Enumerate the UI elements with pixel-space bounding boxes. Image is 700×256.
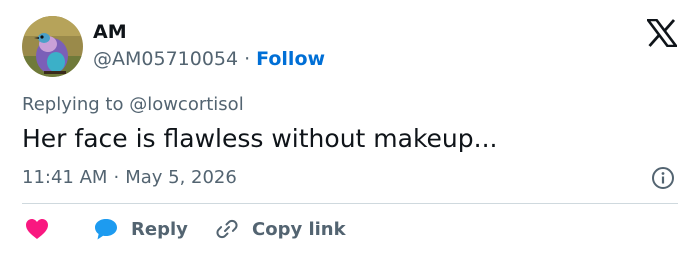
speech-bubble-icon <box>93 217 119 241</box>
tweet-text: Her face is flawless without makeup... <box>22 124 498 153</box>
tweet-time: 11:41 AM <box>22 167 108 188</box>
reply-label: Reply <box>131 218 188 240</box>
handle-separator: · <box>244 48 251 70</box>
like-button[interactable] <box>25 216 49 242</box>
tweet-date: May 5, 2026 <box>125 167 237 188</box>
author-handle-row: @AM05710054 · Follow <box>93 46 325 72</box>
x-logo-icon[interactable] <box>645 18 679 48</box>
link-icon <box>215 217 239 241</box>
author-name[interactable]: AM <box>93 19 127 45</box>
heart-icon <box>25 218 49 240</box>
reply-button[interactable]: Reply <box>93 216 188 242</box>
author-handle[interactable]: @AM05710054 <box>93 48 238 70</box>
tweet-timestamp[interactable]: 11:41 AM · May 5, 2026 <box>22 165 237 191</box>
avatar-bird-image <box>22 16 83 77</box>
replying-to[interactable]: Replying to @lowcortisol <box>22 92 244 118</box>
copy-link-button[interactable]: Copy link <box>215 216 346 242</box>
time-separator: · <box>113 167 120 188</box>
avatar[interactable] <box>22 16 83 77</box>
divider <box>22 203 678 204</box>
info-icon[interactable] <box>651 166 675 190</box>
follow-button[interactable]: Follow <box>256 48 325 70</box>
copy-link-label: Copy link <box>252 218 346 240</box>
